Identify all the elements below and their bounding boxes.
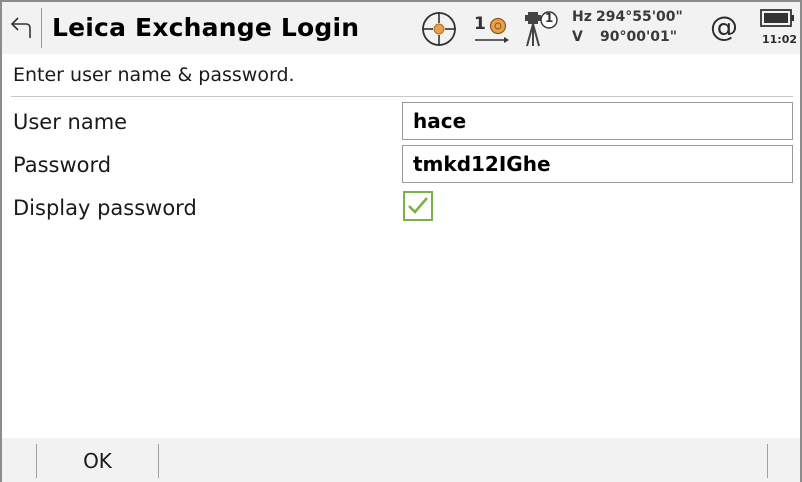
softkey-separator xyxy=(767,444,768,478)
title-bar: Leica Exchange Login 1 1 Hz 294°55'00" V… xyxy=(2,2,800,54)
title-separator xyxy=(41,8,42,48)
prism-status[interactable]: 1 xyxy=(472,12,512,46)
instrument-badge: 1 xyxy=(545,11,554,25)
display-password-checkbox[interactable] xyxy=(403,191,433,221)
hz-label: Hz xyxy=(572,9,592,25)
back-button[interactable] xyxy=(6,10,36,46)
username-field[interactable]: hace xyxy=(402,102,793,140)
angle-readout: Hz 294°55'00" V 90°00'01" xyxy=(572,7,712,47)
instrument-status[interactable]: 1 xyxy=(522,8,562,48)
measure-arrow-icon xyxy=(475,37,509,43)
total-station-icon xyxy=(525,11,558,47)
password-label: Password xyxy=(13,153,112,177)
divider xyxy=(11,96,793,97)
v-value: 90°00'01" xyxy=(600,29,678,45)
clock: 11:02 xyxy=(762,33,798,46)
display-password-label: Display password xyxy=(13,196,197,220)
softkey-bar: OK xyxy=(2,438,800,482)
connection-at-icon[interactable]: @ xyxy=(710,10,738,44)
v-label: V xyxy=(572,29,583,45)
ok-button[interactable]: OK xyxy=(37,438,158,482)
app-window: Leica Exchange Login 1 1 Hz 294°55'00" V… xyxy=(0,0,802,482)
instruction-text: Enter user name & password. xyxy=(13,64,295,86)
username-label: User name xyxy=(13,110,128,134)
back-arrow-icon xyxy=(10,17,31,38)
battery-icon[interactable] xyxy=(760,8,796,28)
checkmark-icon xyxy=(408,197,428,214)
hz-value: 294°55'00" xyxy=(596,9,683,25)
softkey-separator xyxy=(158,444,159,478)
password-field[interactable]: tmkd12IGhe xyxy=(402,145,793,183)
prism-icon xyxy=(489,17,507,35)
prism-count: 1 xyxy=(474,14,486,34)
page-title: Leica Exchange Login xyxy=(52,13,360,42)
target-crosshair-icon[interactable] xyxy=(420,10,458,52)
